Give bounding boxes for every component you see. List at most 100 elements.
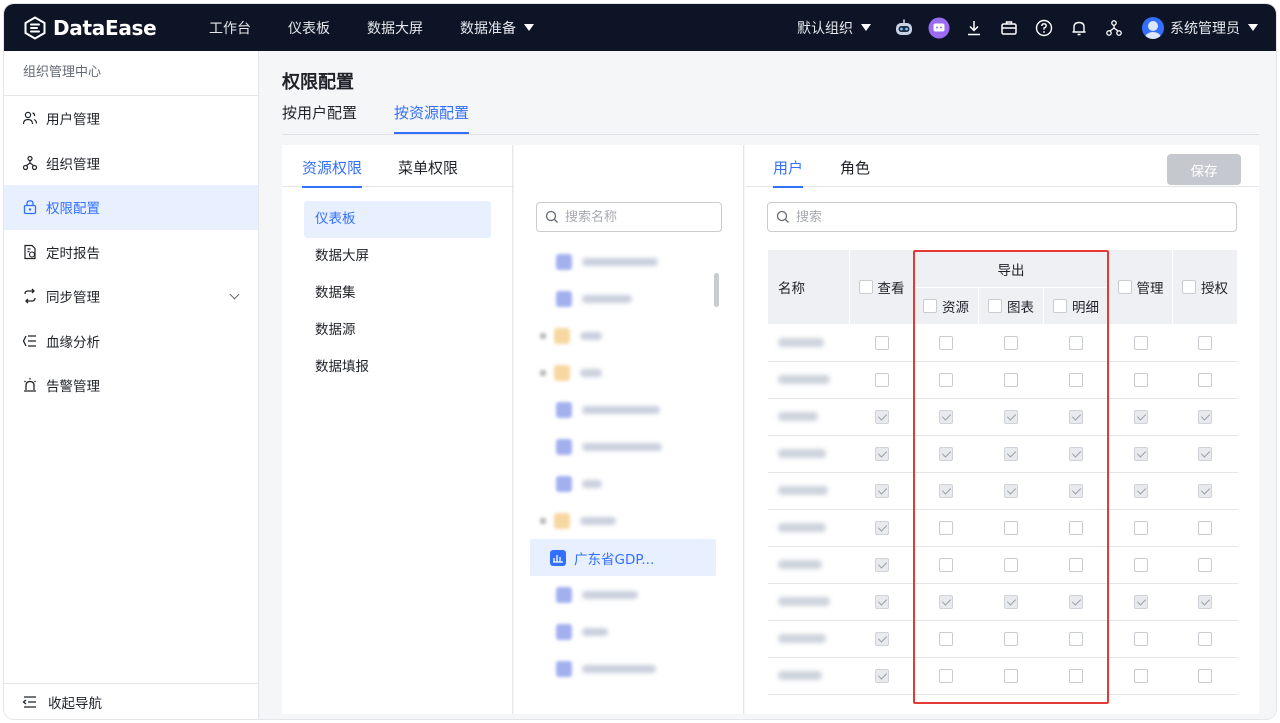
- resource-type-data-screen[interactable]: 数据大屏: [304, 238, 491, 275]
- export-resource-checkbox[interactable]: [939, 595, 953, 609]
- tab-by-user[interactable]: 按用户配置: [282, 102, 357, 134]
- tab-resource-permission[interactable]: 资源权限: [302, 157, 363, 188]
- tree-search-input[interactable]: [565, 209, 715, 225]
- export-detail-checkbox[interactable]: [1069, 595, 1083, 609]
- tree-node[interactable]: [534, 650, 724, 687]
- nav-data-prep[interactable]: 数据准备: [460, 18, 534, 38]
- resource-type-data-fill[interactable]: 数据填报: [304, 349, 491, 386]
- nav-dashboard[interactable]: 仪表板: [288, 18, 330, 38]
- manage-checkbox[interactable]: [1133, 558, 1148, 572]
- sidebar-item-user-management[interactable]: 用户管理: [4, 96, 258, 141]
- grant-checkbox[interactable]: [1198, 484, 1213, 498]
- export-chart-checkbox[interactable]: [1004, 447, 1018, 461]
- manage-checkbox[interactable]: [1133, 595, 1148, 609]
- export-detail-checkbox[interactable]: [1069, 669, 1083, 683]
- manage-checkbox[interactable]: [1133, 484, 1148, 498]
- org-tree-icon[interactable]: [1103, 17, 1125, 39]
- grant-checkbox[interactable]: [1198, 558, 1213, 572]
- view-checkbox[interactable]: [874, 484, 889, 498]
- manage-checkbox[interactable]: [1133, 632, 1148, 646]
- select-all-export-detail[interactable]: 明细: [1053, 296, 1099, 316]
- export-detail-checkbox[interactable]: [1069, 373, 1083, 387]
- select-all-export-chart[interactable]: 图表: [988, 296, 1034, 316]
- sidebar-item-scheduled-report[interactable]: 定时报告: [4, 230, 258, 275]
- export-resource-checkbox[interactable]: [939, 336, 953, 350]
- tab-by-resource[interactable]: 按资源配置: [394, 102, 470, 134]
- org-switcher[interactable]: 默认组织: [797, 18, 871, 38]
- view-checkbox[interactable]: [874, 410, 889, 424]
- export-chart-checkbox[interactable]: [1004, 632, 1018, 646]
- export-chart-checkbox[interactable]: [1004, 558, 1018, 572]
- tree-folder[interactable]: [534, 502, 724, 539]
- view-checkbox[interactable]: [874, 447, 889, 461]
- grant-checkbox[interactable]: [1198, 632, 1213, 646]
- sidebar-item-lineage-analysis[interactable]: 血缘分析: [4, 319, 258, 364]
- tree-node[interactable]: [534, 613, 724, 650]
- resource-type-dataset[interactable]: 数据集: [304, 275, 491, 312]
- tree-folder[interactable]: [534, 354, 724, 391]
- grant-checkbox[interactable]: [1198, 595, 1213, 609]
- brand-logo[interactable]: DataEase: [23, 16, 203, 40]
- tree-node-selected[interactable]: 广东省GDP...: [530, 539, 716, 576]
- tab-menu-permission[interactable]: 菜单权限: [398, 157, 458, 186]
- checkbox[interactable]: [1182, 279, 1197, 294]
- sidebar-item-permission-config[interactable]: 权限配置: [4, 185, 258, 230]
- sidebar-item-sync-management[interactable]: 同步管理: [4, 274, 258, 319]
- export-resource-checkbox[interactable]: [939, 447, 953, 461]
- bell-icon[interactable]: [1068, 17, 1090, 39]
- export-chart-checkbox[interactable]: [1004, 410, 1018, 424]
- view-checkbox[interactable]: [874, 595, 889, 609]
- ai-assistant-icon[interactable]: [928, 17, 950, 39]
- tree-node[interactable]: [534, 243, 724, 280]
- checkbox[interactable]: [1053, 298, 1067, 313]
- export-chart-checkbox[interactable]: [1004, 336, 1018, 350]
- export-detail-checkbox[interactable]: [1069, 558, 1083, 572]
- export-detail-checkbox[interactable]: [1069, 410, 1083, 424]
- user-search-input[interactable]: [796, 209, 1187, 225]
- tree-node[interactable]: [534, 391, 724, 428]
- export-resource-checkbox[interactable]: [939, 521, 953, 535]
- tree-node[interactable]: [534, 280, 724, 317]
- checkbox[interactable]: [923, 298, 937, 313]
- download-icon[interactable]: [963, 17, 985, 39]
- nav-workbench[interactable]: 工作台: [209, 18, 251, 38]
- export-resource-checkbox[interactable]: [939, 373, 953, 387]
- help-icon[interactable]: [1033, 17, 1055, 39]
- tree-node[interactable]: [534, 576, 724, 613]
- grant-checkbox[interactable]: [1198, 669, 1213, 683]
- export-detail-checkbox[interactable]: [1069, 521, 1083, 535]
- export-resource-checkbox[interactable]: [939, 632, 953, 646]
- select-all-export-resource[interactable]: 资源: [923, 296, 969, 316]
- user-menu[interactable]: 系统管理员: [1142, 16, 1258, 39]
- export-detail-checkbox[interactable]: [1069, 447, 1083, 461]
- export-detail-checkbox[interactable]: [1069, 484, 1083, 498]
- grant-checkbox[interactable]: [1198, 336, 1213, 350]
- tree-search[interactable]: [536, 202, 722, 232]
- export-chart-checkbox[interactable]: [1004, 521, 1018, 535]
- checkbox[interactable]: [1117, 279, 1132, 294]
- sidebar-item-alarm-management[interactable]: 告警管理: [4, 363, 258, 408]
- grant-checkbox[interactable]: [1198, 373, 1213, 387]
- checkbox[interactable]: [858, 279, 873, 294]
- export-resource-checkbox[interactable]: [939, 558, 953, 572]
- view-checkbox[interactable]: [874, 669, 889, 683]
- manage-checkbox[interactable]: [1133, 521, 1148, 535]
- resource-type-datasource[interactable]: 数据源: [304, 312, 491, 349]
- export-resource-checkbox[interactable]: [939, 669, 953, 683]
- view-checkbox[interactable]: [874, 558, 889, 572]
- checkbox[interactable]: [988, 298, 1002, 313]
- tree-node[interactable]: [534, 428, 724, 465]
- briefcase-icon[interactable]: [998, 17, 1020, 39]
- export-resource-checkbox[interactable]: [939, 410, 953, 424]
- nav-data-screen[interactable]: 数据大屏: [367, 18, 423, 38]
- manage-checkbox[interactable]: [1133, 447, 1148, 461]
- manage-checkbox[interactable]: [1133, 410, 1148, 424]
- manage-checkbox[interactable]: [1133, 669, 1148, 683]
- manage-checkbox[interactable]: [1133, 336, 1148, 350]
- export-detail-checkbox[interactable]: [1069, 336, 1083, 350]
- collapse-nav-button[interactable]: 收起导航: [4, 683, 259, 719]
- grant-checkbox[interactable]: [1198, 521, 1213, 535]
- tab-role[interactable]: 角色: [840, 157, 870, 186]
- view-checkbox[interactable]: [874, 373, 889, 387]
- export-chart-checkbox[interactable]: [1004, 669, 1018, 683]
